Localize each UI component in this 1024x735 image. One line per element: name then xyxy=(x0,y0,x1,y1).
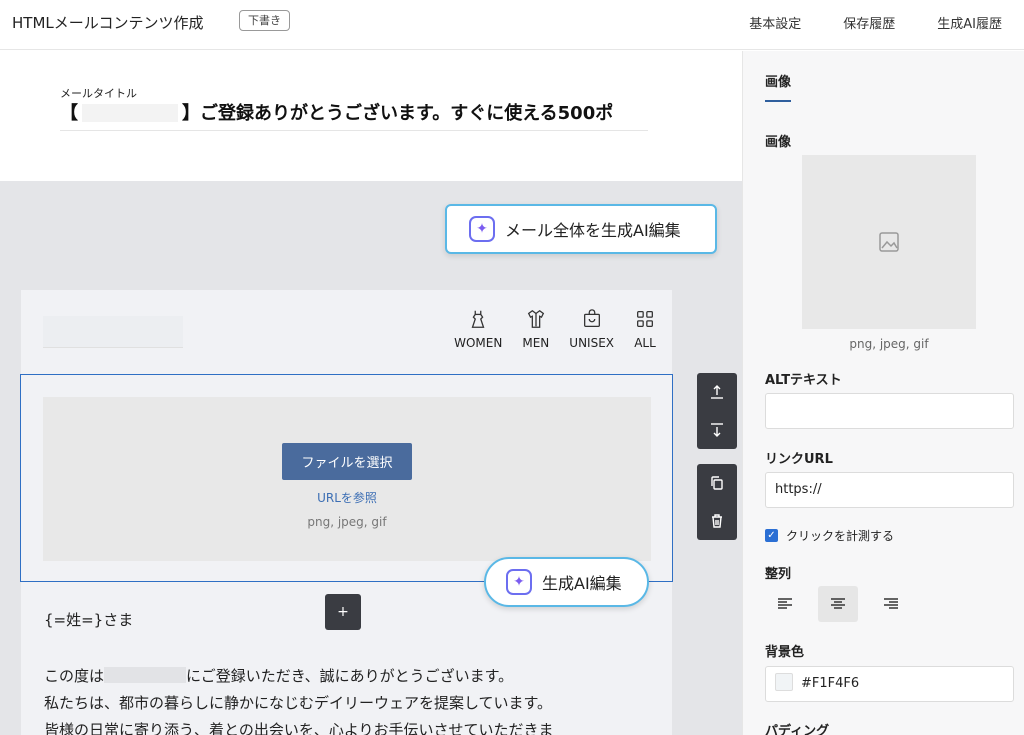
nav-basic-settings[interactable]: 基本設定 xyxy=(749,13,801,32)
category-nav: WOMEN MEN UNISEX ALL xyxy=(454,308,656,350)
nav-ai-history[interactable]: 生成AI履歴 xyxy=(937,13,1002,32)
align-center-icon xyxy=(831,598,845,609)
ai-edit-all-label: メール全体を生成AI編集 xyxy=(505,221,681,240)
category-women[interactable]: WOMEN xyxy=(454,308,502,350)
category-unisex[interactable]: UNISEX xyxy=(569,308,614,350)
top-nav: 基本設定 保存履歴 生成AI履歴 xyxy=(749,13,1002,32)
sparkle-icon: ✦ xyxy=(469,216,495,242)
mail-title-input[interactable]: 【 】ご登録ありがとうございます。すぐに使える500ポ xyxy=(60,101,648,131)
choose-file-button[interactable]: ファイルを選択 xyxy=(282,443,412,480)
align-left-icon xyxy=(778,598,792,609)
copy-icon xyxy=(711,476,723,490)
padding-label: パディング xyxy=(765,724,830,735)
link-url-label: リンクURL xyxy=(765,452,833,467)
bag-icon xyxy=(583,309,600,327)
move-toolbar xyxy=(697,373,737,449)
move-up-icon xyxy=(711,385,723,399)
category-label: WOMEN xyxy=(454,336,503,350)
tab-image[interactable]: 画像 xyxy=(765,71,792,102)
ai-edit-all-button[interactable]: ✦ メール全体を生成AI編集 xyxy=(445,204,717,254)
align-group xyxy=(765,586,924,622)
image-format-hint: png, jpeg, gif xyxy=(849,337,929,351)
top-bar: HTMLメールコンテンツ作成 下書き 基本設定 保存履歴 生成AI履歴 xyxy=(0,0,1024,50)
status-badge: 下書き xyxy=(239,10,290,31)
duplicate-button[interactable] xyxy=(697,464,737,502)
category-all[interactable]: ALL xyxy=(634,308,656,350)
image-preview[interactable] xyxy=(802,155,976,329)
page-title: HTMLメールコンテンツ作成 xyxy=(12,14,204,32)
background-color-input[interactable]: #F1F4F6 xyxy=(765,666,1014,702)
selected-image-block[interactable]: ファイルを選択 URLを参照 png, jpeg, gif xyxy=(20,374,673,582)
body-line: この度は にご登録いただき、誠にありがとうございます。 xyxy=(44,667,514,685)
greeting-text[interactable]: {=姓=}さま xyxy=(44,609,133,630)
block-actions-toolbar xyxy=(697,464,737,540)
redacted-text xyxy=(82,104,178,122)
shirt-icon xyxy=(527,309,544,328)
track-click-checkbox[interactable]: ✓ xyxy=(765,529,778,542)
image-format-hint: png, jpeg, gif xyxy=(307,515,387,529)
mail-title-prefix: 【 xyxy=(60,103,78,124)
add-block-button[interactable]: + xyxy=(325,594,361,630)
align-center-button[interactable] xyxy=(818,586,858,622)
mail-title-text: 】ご登録ありがとうございます。すぐに使える500ポ xyxy=(182,103,614,124)
dress-icon xyxy=(471,310,485,328)
ai-edit-block-button[interactable]: ✦ 生成AI編集 xyxy=(484,557,649,607)
category-men[interactable]: MEN xyxy=(522,308,549,350)
link-url-input[interactable]: https:// xyxy=(765,472,1014,508)
image-label: 画像 xyxy=(765,135,792,150)
image-dropzone[interactable]: ファイルを選択 URLを参照 png, jpeg, gif xyxy=(43,397,651,561)
nav-save-history[interactable]: 保存履歴 xyxy=(843,13,895,32)
align-right-icon xyxy=(884,598,898,609)
alt-text-input[interactable] xyxy=(765,393,1014,429)
move-down-button[interactable] xyxy=(697,411,737,449)
mail-title-area: メールタイトル 【 】ご登録ありがとうございます。すぐに使える500ポ xyxy=(0,51,742,181)
body-text[interactable]: この度は にご登録いただき、誠にありがとうございます。 私たちは、都市の暮らしに静… xyxy=(44,663,554,735)
category-label: MEN xyxy=(522,336,550,350)
background-color-value: #F1F4F6 xyxy=(801,676,860,691)
browse-url-link[interactable]: URLを参照 xyxy=(43,489,651,506)
category-label: UNISEX xyxy=(569,336,614,350)
background-color-label: 背景色 xyxy=(765,645,805,660)
category-label: ALL xyxy=(634,336,656,350)
grid-icon xyxy=(637,311,653,327)
align-left-button[interactable] xyxy=(765,586,805,622)
sparkle-icon: ✦ xyxy=(506,569,532,595)
delete-button[interactable] xyxy=(697,502,737,540)
track-click-row[interactable]: ✓ クリックを計測する xyxy=(765,527,894,544)
color-swatch[interactable] xyxy=(775,673,793,691)
editor-canvas: メールタイトル 【 】ご登録ありがとうございます。すぐに使える500ポ ✦ メール… xyxy=(0,51,742,735)
move-down-icon xyxy=(711,423,723,437)
align-label: 整列 xyxy=(765,567,792,582)
trash-icon xyxy=(712,514,722,528)
body-line: 私たちは、都市の暮らしに静かになじむデイリーウェアを提案しています。 xyxy=(44,694,553,712)
mail-title-label: メールタイトル xyxy=(60,87,137,100)
ai-edit-block-label: 生成AI編集 xyxy=(542,574,622,593)
track-click-label: クリックを計測する xyxy=(786,529,895,543)
body-line: 皆様の日常に寄り添う、着との出会いを、心よりお手伝いさせていただきま xyxy=(44,721,554,735)
redacted-text xyxy=(104,667,187,683)
logo-placeholder[interactable] xyxy=(43,316,183,348)
alt-label: ALTテキスト xyxy=(765,373,842,388)
image-icon xyxy=(879,232,899,252)
properties-panel: 画像 画像 png, jpeg, gif ALTテキスト リンクURL http… xyxy=(742,51,1024,735)
align-right-button[interactable] xyxy=(871,586,911,622)
move-up-button[interactable] xyxy=(697,373,737,411)
